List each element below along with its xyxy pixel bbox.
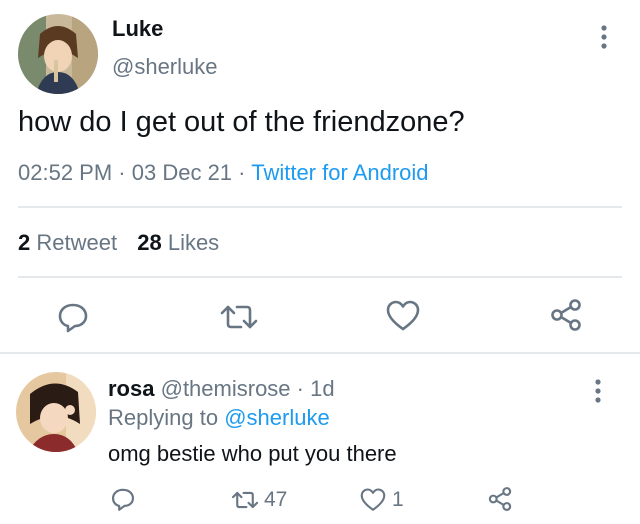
retweet-stat[interactable]: 2 Retweet (18, 230, 117, 255)
meta-separator: · (238, 160, 246, 185)
reply-author-avatar[interactable] (16, 372, 96, 452)
tweet-source[interactable]: Twitter for Android (251, 160, 428, 185)
more-vertical-icon[interactable] (590, 378, 606, 404)
like-icon[interactable] (360, 488, 386, 512)
retweet-icon[interactable] (230, 488, 260, 512)
more-vertical-icon[interactable] (596, 24, 612, 50)
reply-author-handle[interactable]: @themisrose (161, 376, 291, 401)
tweet-date: 03 Dec 21 (131, 160, 233, 185)
divider (18, 276, 622, 278)
tweet-meta: 02:52 PM · 03 Dec 21 · Twitter for Andro… (18, 160, 429, 186)
replying-prefix: Replying to (108, 405, 219, 430)
tweet-time: 02:52 PM (18, 160, 113, 185)
author-name[interactable]: Luke (112, 16, 163, 42)
reply-icon[interactable] (56, 300, 90, 334)
reply-retweet-count: 47 (264, 488, 288, 511)
reply-author-name[interactable]: rosa (108, 376, 154, 401)
like-label: Likes (167, 230, 220, 255)
author-handle[interactable]: @sherluke (112, 54, 218, 80)
like-stat[interactable]: 28 Likes (137, 230, 219, 255)
like-icon[interactable] (386, 300, 420, 332)
author-avatar[interactable] (18, 14, 98, 94)
reply-age: 1d (310, 376, 335, 401)
retweet-label: Retweet (36, 230, 118, 255)
retweet-icon[interactable] (219, 300, 259, 334)
divider (18, 206, 622, 208)
reply-like-count: 1 (392, 488, 404, 511)
tweet-stats: 2 Retweet 28 Likes (18, 230, 219, 256)
tweet-text: how do I get out of the friendzone? (18, 106, 465, 138)
replying-to: Replying to @sherluke (108, 405, 330, 431)
meta-separator: · (118, 160, 126, 185)
replying-handle[interactable]: @sherluke (224, 405, 330, 430)
divider (0, 352, 640, 354)
retweet-count: 2 (18, 230, 31, 255)
share-icon[interactable] (550, 298, 582, 332)
reply-icon[interactable] (110, 486, 136, 512)
reply-header: rosa @themisrose · 1d (108, 376, 335, 402)
reply-text: omg bestie who put you there (108, 441, 397, 466)
reply-separator: · (296, 376, 304, 401)
like-count: 28 (137, 230, 162, 255)
share-icon[interactable] (488, 486, 512, 512)
